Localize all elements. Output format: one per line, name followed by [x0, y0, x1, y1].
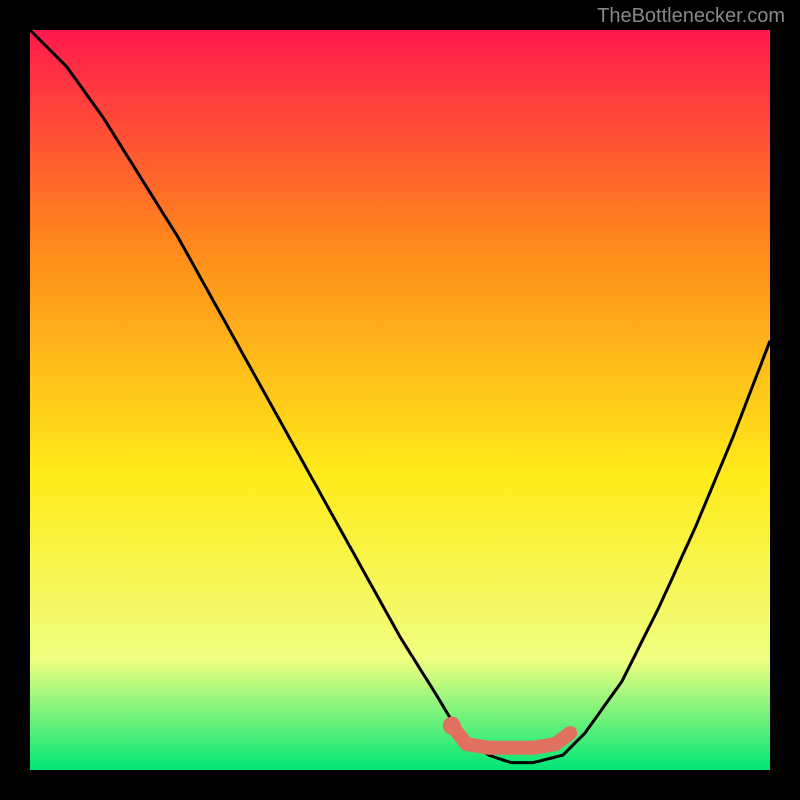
- watermark-text: TheBottlenecker.com: [597, 5, 785, 28]
- chart-svg: [30, 30, 770, 770]
- optimal-point-dot: [443, 717, 461, 735]
- gradient-background: [30, 30, 770, 770]
- chart-container: TheBottlenecker.com: [0, 0, 800, 800]
- plot-area: [30, 30, 770, 770]
